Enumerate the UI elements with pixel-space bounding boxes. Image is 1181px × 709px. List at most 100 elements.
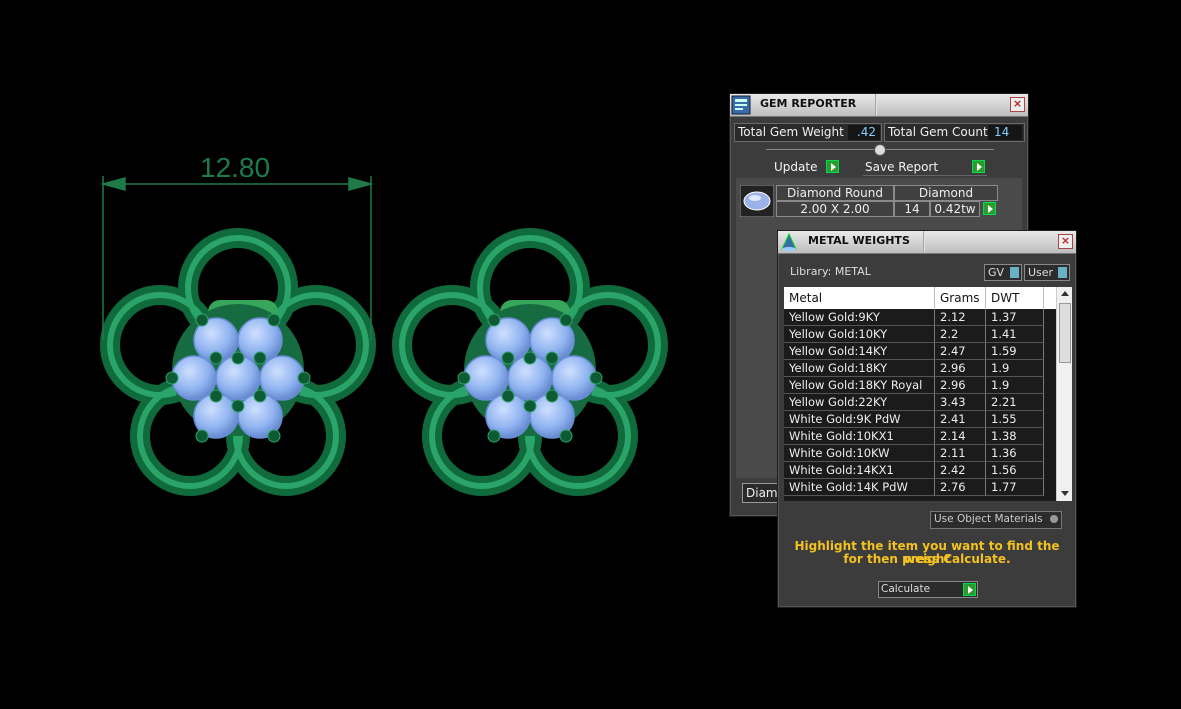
gem-size: 2.00 X 2.00 xyxy=(776,201,894,217)
metal-weights-icon xyxy=(781,232,797,251)
user-toggle[interactable]: User xyxy=(1024,264,1070,281)
cell-dwt: 1.41 xyxy=(986,326,1044,343)
cell-dwt: 1.36 xyxy=(986,445,1044,462)
cell-dwt: 1.38 xyxy=(986,428,1044,445)
table-row[interactable]: Yellow Gold:22KY 3.43 2.21 xyxy=(784,394,1056,411)
table-row[interactable]: Yellow Gold:10KY 2.2 1.41 xyxy=(784,326,1056,343)
cell-grams: 2.42 xyxy=(935,462,986,479)
scroll-down-arrow[interactable] xyxy=(1061,491,1069,496)
column-header-metal[interactable]: Metal xyxy=(784,287,935,309)
cell-grams: 2.41 xyxy=(935,411,986,428)
cell-dwt: 1.55 xyxy=(986,411,1044,428)
cell-metal: White Gold:10KW xyxy=(784,445,935,462)
gv-toggle[interactable]: GV xyxy=(984,264,1022,281)
cell-grams: 2.2 xyxy=(935,326,986,343)
gv-label: GV xyxy=(988,266,1005,279)
metal-table[interactable]: Metal Grams DWT Yellow Gold:9KY 2.12 1.37 Y… xyxy=(784,287,1072,501)
gem-reporter-close-button[interactable]: × xyxy=(1010,97,1025,112)
cell-dwt: 1.56 xyxy=(986,462,1044,479)
splitter-slider[interactable] xyxy=(766,144,994,156)
metal-weights-titlebar[interactable]: METAL WEIGHTS × xyxy=(778,231,1076,254)
gem-reporter-title: GEM REPORTER xyxy=(760,97,857,110)
splitter-handle[interactable] xyxy=(874,144,886,156)
use-object-materials-label: Use Object Materials xyxy=(934,513,1043,525)
gem-reporter-icon xyxy=(731,95,751,115)
user-indicator xyxy=(1058,267,1067,278)
metal-weights-panel: METAL WEIGHTS × Library: METAL GV User M… xyxy=(777,230,1077,608)
earring-right[interactable] xyxy=(402,238,658,486)
table-row[interactable]: White Gold:10KW 2.11 1.36 xyxy=(784,445,1056,462)
cell-metal: Yellow Gold:9KY xyxy=(784,309,935,326)
cell-dwt: 1.37 xyxy=(986,309,1044,326)
library-label: Library: METAL xyxy=(790,265,871,278)
metal-weights-close-button[interactable]: × xyxy=(1058,234,1073,249)
save-report-label: Save Report xyxy=(865,160,939,174)
column-header-dwt[interactable]: DWT xyxy=(986,287,1044,309)
table-row[interactable]: Yellow Gold:18KY Royal 2.96 1.9 xyxy=(784,377,1056,394)
calculate-label: Calculate xyxy=(881,583,931,595)
total-count-group: Total Gem Count 14 xyxy=(884,123,1025,142)
dimension-label: 12.80 xyxy=(200,152,271,183)
cell-grams: 2.76 xyxy=(935,479,986,496)
gem-thumbnail-icon xyxy=(740,185,774,217)
column-header-grams[interactable]: Grams xyxy=(935,287,986,309)
cell-dwt: 1.59 xyxy=(986,343,1044,360)
cell-grams: 2.12 xyxy=(935,309,986,326)
calculate-button[interactable]: Calculate xyxy=(878,581,978,598)
cell-grams: 2.11 xyxy=(935,445,986,462)
cell-metal: White Gold:14KX1 xyxy=(784,462,935,479)
earring-left[interactable] xyxy=(110,238,366,486)
cell-metal: Yellow Gold:14KY xyxy=(784,343,935,360)
gem-reporter-titlebar[interactable]: GEM REPORTER × xyxy=(730,94,1028,117)
cell-dwt: 1.9 xyxy=(986,360,1044,377)
gem-name: Diamond Round xyxy=(776,185,894,201)
gem-material: Diamond xyxy=(894,185,998,201)
table-row[interactable]: White Gold:14KX1 2.42 1.56 xyxy=(784,462,1056,479)
table-row[interactable]: White Gold:14K PdW 2.76 1.77 xyxy=(784,479,1056,496)
table-row[interactable]: Yellow Gold:14KY 2.47 1.59 xyxy=(784,343,1056,360)
metal-table-header: Metal Grams DWT xyxy=(784,287,1056,309)
cell-dwt: 2.21 xyxy=(986,394,1044,411)
cell-metal: Yellow Gold:18KY xyxy=(784,360,935,377)
user-label: User xyxy=(1028,266,1054,279)
gem-weight: 0.42tw xyxy=(930,201,980,217)
use-object-materials-toggle[interactable]: Use Object Materials xyxy=(930,511,1062,529)
cell-metal: Yellow Gold:18KY Royal xyxy=(784,377,935,394)
hint-line-2: for then press Calculate. xyxy=(843,552,1011,566)
total-count-value: 14 xyxy=(988,125,1022,140)
cell-dwt: 1.9 xyxy=(986,377,1044,394)
cell-dwt: 1.77 xyxy=(986,479,1044,496)
cell-metal: White Gold:9K PdW xyxy=(784,411,935,428)
total-weight-group: Total Gem Weight .42 xyxy=(734,123,882,142)
gv-indicator xyxy=(1010,267,1019,278)
gem-row[interactable]: Diamond Round Diamond 2.00 X 2.00 14 0.4… xyxy=(740,185,998,217)
total-weight-label: Total Gem Weight xyxy=(738,125,844,139)
total-weight-value: .42 xyxy=(848,125,880,140)
metal-table-scrollbar[interactable] xyxy=(1056,287,1072,501)
gem-count: 14 xyxy=(894,201,930,217)
total-count-label: Total Gem Count xyxy=(888,125,988,139)
table-row[interactable]: White Gold:10KX1 2.14 1.38 xyxy=(784,428,1056,445)
update-go-icon xyxy=(826,160,839,173)
cell-metal: Yellow Gold:10KY xyxy=(784,326,935,343)
gem-row-go-button[interactable] xyxy=(983,202,996,215)
cell-grams: 2.14 xyxy=(935,428,986,445)
cell-grams: 2.47 xyxy=(935,343,986,360)
cell-grams: 2.96 xyxy=(935,360,986,377)
cell-grams: 2.96 xyxy=(935,377,986,394)
save-report-button[interactable]: Save Report xyxy=(863,159,987,176)
cell-grams: 3.43 xyxy=(935,394,986,411)
cell-metal: White Gold:14K PdW xyxy=(784,479,935,496)
scroll-thumb[interactable] xyxy=(1059,303,1071,363)
update-label: Update xyxy=(774,160,818,174)
table-row[interactable]: White Gold:9K PdW 2.41 1.55 xyxy=(784,411,1056,428)
cell-metal: White Gold:10KX1 xyxy=(784,428,935,445)
table-row[interactable]: Yellow Gold:18KY 2.96 1.9 xyxy=(784,360,1056,377)
calculate-go-icon xyxy=(963,583,976,596)
save-report-go-icon xyxy=(972,160,985,173)
metal-weights-title: METAL WEIGHTS xyxy=(808,234,910,247)
update-button[interactable]: Update xyxy=(772,159,840,175)
scroll-up-arrow[interactable] xyxy=(1061,291,1069,296)
table-row[interactable]: Yellow Gold:9KY 2.12 1.37 xyxy=(784,309,1056,326)
cell-metal: Yellow Gold:22KY xyxy=(784,394,935,411)
